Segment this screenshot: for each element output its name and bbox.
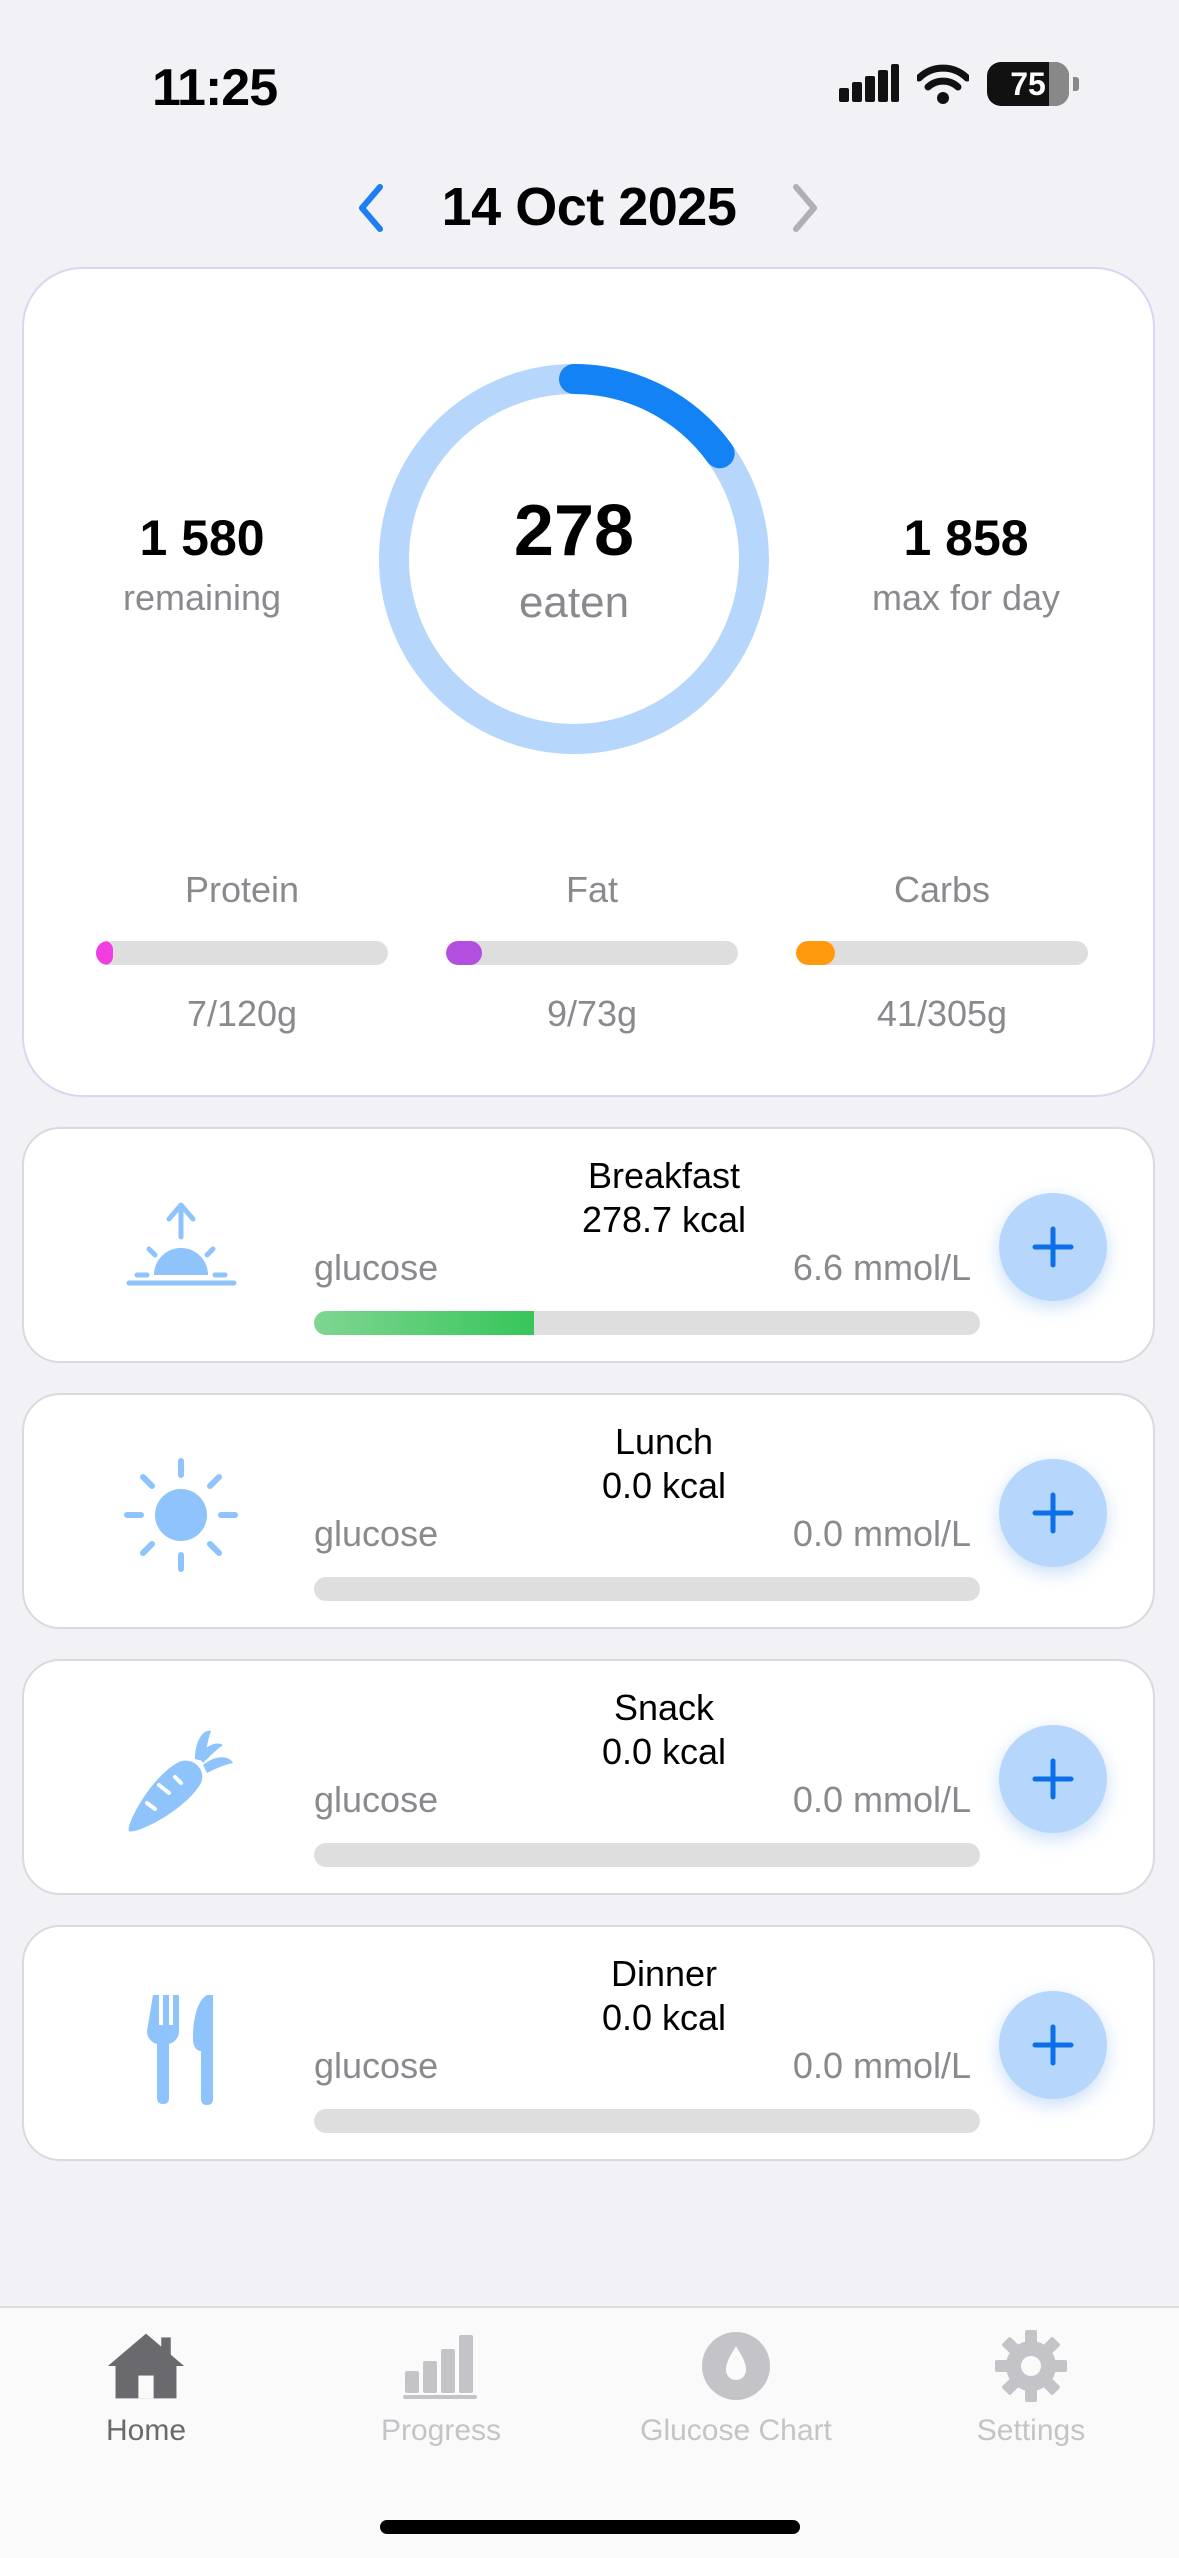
glucose-value: 0.0 mmol/L <box>792 1513 971 1554</box>
current-date: 14 Oct 2025 <box>441 177 737 237</box>
eaten-label: eaten <box>518 578 630 627</box>
add-lunch-button[interactable] <box>999 1459 1107 1567</box>
macro-amount: 9/73g <box>546 993 638 1034</box>
wifi-icon <box>917 64 969 104</box>
meal-card-lunch[interactable]: Lunch 0.0 kcal glucose 0.0 mmol/L <box>22 1393 1155 1629</box>
sunrise-icon <box>126 1202 237 1286</box>
plus-icon <box>1032 1758 1074 1800</box>
max-stat: 1 858 max for day <box>846 509 1086 619</box>
cellular-signal-icon <box>839 64 899 102</box>
glucose-bar <box>314 1843 980 1867</box>
meal-card-dinner[interactable]: Dinner 0.0 kcal glucose 0.0 mmol/L <box>22 1925 1155 2161</box>
meal-kcal: 0.0 kcal <box>601 1465 727 1506</box>
macro-name: Protein <box>184 869 300 910</box>
remaining-label: remaining <box>122 577 282 618</box>
meal-name: Snack <box>613 1687 715 1728</box>
glucose-value: 0.0 mmol/L <box>792 2045 971 2086</box>
meal-kcal: 0.0 kcal <box>601 1731 727 1772</box>
calorie-ring: 278 eaten <box>374 359 774 759</box>
meal-name: Lunch <box>614 1421 714 1462</box>
battery-nub <box>1073 77 1079 91</box>
macro-bar-fill <box>446 941 482 965</box>
macro-bar <box>96 941 388 965</box>
glucose-label: glucose <box>314 2045 439 2086</box>
macro-amount: 7/120g <box>186 993 298 1034</box>
macro-bar-fill <box>796 941 836 965</box>
meal-card-breakfast[interactable]: Breakfast 278.7 kcal glucose 6.6 mmol/L <box>22 1127 1155 1363</box>
carrot-icon <box>128 1730 233 1832</box>
macro-name: Fat <box>565 869 618 910</box>
status-icons: 75 <box>839 62 1079 106</box>
next-day-button[interactable] <box>780 178 830 238</box>
fork-knife-icon <box>147 1995 213 2105</box>
bar-chart-icon <box>403 2335 477 2399</box>
eaten-value: 278 <box>513 491 635 571</box>
glucose-label: glucose <box>314 1513 439 1554</box>
tab-label: Home <box>105 2414 187 2447</box>
sun-icon <box>124 1458 238 1572</box>
macro-amount: 41/305g <box>876 993 1008 1034</box>
add-snack-button[interactable] <box>999 1725 1107 1833</box>
max-value: 1 858 <box>903 510 1029 566</box>
glucose-bar <box>314 1577 980 1601</box>
gear-icon <box>995 2330 1067 2402</box>
tab-settings[interactable]: Settings <box>901 2326 1161 2448</box>
meal-name: Dinner <box>610 1953 718 1994</box>
calorie-summary-card: 1 580 remaining 278 eaten 1 858 max for … <box>22 267 1155 1097</box>
macro-bar-fill <box>96 941 113 965</box>
date-navigator: 14 Oct 2025 <box>0 168 1179 248</box>
remaining-value: 1 580 <box>139 510 265 566</box>
glucose-value: 0.0 mmol/L <box>792 1779 971 1820</box>
chevron-left-icon <box>359 184 383 232</box>
battery-level: 75 <box>1010 65 1046 102</box>
tab-label: Progress <box>380 2414 502 2447</box>
glucose-bar <box>314 2109 980 2133</box>
macro-fat: Fat 9/73g <box>446 869 738 1035</box>
macro-bar <box>796 941 1088 965</box>
add-breakfast-button[interactable] <box>999 1193 1107 1301</box>
remaining-stat: 1 580 remaining <box>82 509 322 619</box>
house-icon <box>107 2333 185 2399</box>
macro-protein: Protein 7/120g <box>96 869 388 1035</box>
home-indicator <box>380 2520 800 2534</box>
ring-center: 278 eaten <box>374 359 774 759</box>
glucose-value: 6.6 mmol/L <box>792 1247 971 1288</box>
meal-kcal: 278.7 kcal <box>581 1199 747 1240</box>
chevron-right-icon <box>793 184 817 232</box>
tab-home[interactable]: Home <box>16 2326 276 2448</box>
max-label: max for day <box>871 577 1061 618</box>
tab-label: Settings <box>976 2414 1086 2447</box>
previous-day-button[interactable] <box>346 178 396 238</box>
status-time: 11:25 <box>152 59 278 117</box>
tab-progress[interactable]: Progress <box>311 2326 571 2448</box>
glucose-label: glucose <box>314 1247 439 1288</box>
plus-icon <box>1032 1226 1074 1268</box>
meal-kcal: 0.0 kcal <box>601 1997 727 2038</box>
battery-indicator: 75 <box>987 62 1069 106</box>
macro-carbs: Carbs 41/305g <box>796 869 1088 1035</box>
glucose-label: glucose <box>314 1779 439 1820</box>
plus-icon <box>1032 2024 1074 2066</box>
glucose-bar <box>314 1311 980 1335</box>
meal-card-snack[interactable]: Snack 0.0 kcal glucose 0.0 mmol/L <box>22 1659 1155 1895</box>
glucose-bar-fill <box>314 1311 534 1335</box>
drop-icon <box>702 2332 770 2400</box>
add-dinner-button[interactable] <box>999 1991 1107 2099</box>
meal-name: Breakfast <box>587 1155 741 1196</box>
plus-icon <box>1032 1492 1074 1534</box>
tab-glucose-chart[interactable]: Glucose Chart <box>606 2326 866 2448</box>
macro-bar <box>446 941 738 965</box>
macro-name: Carbs <box>893 869 991 910</box>
tab-label: Glucose Chart <box>640 2414 832 2447</box>
